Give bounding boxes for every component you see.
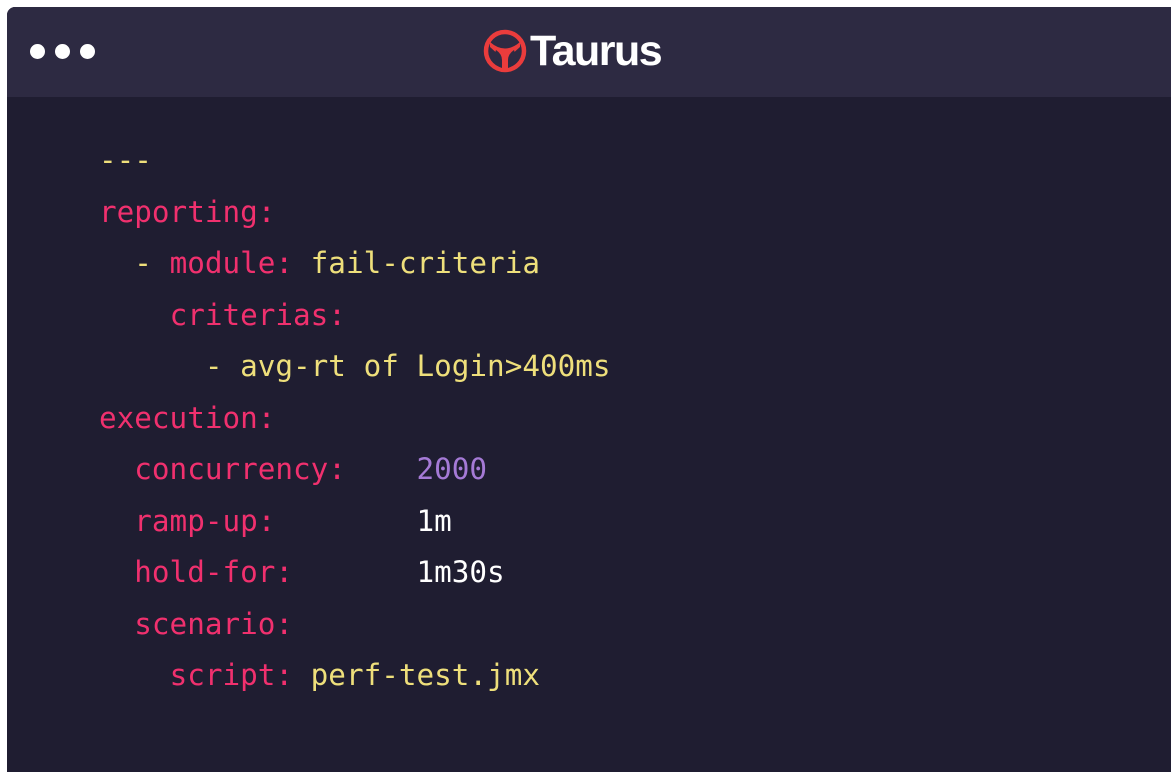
yaml-key-module: module: — [169, 246, 294, 280]
yaml-key-scenario: scenario: — [134, 606, 294, 641]
code-line-11: script: perf-test.jmx — [99, 650, 611, 702]
window-dot-minimize[interactable] — [55, 44, 70, 59]
yaml-value-ramp-up: 1m — [416, 503, 452, 538]
yaml-criteria-item: - avg-rt of Login>400ms — [204, 349, 611, 383]
taurus-bull-logo-icon — [483, 29, 527, 73]
code-line-8: ramp-up: 1m — [99, 496, 611, 548]
yaml-key-hold-for: hold-for: — [134, 555, 294, 589]
yaml-list-dash: - — [134, 246, 170, 280]
yaml-key-ramp-up: ramp-up: — [134, 503, 276, 538]
code-line-5: - avg-rt of Login>400ms — [99, 341, 611, 393]
yaml-key-script: script: — [169, 658, 294, 692]
taurus-logo: Taurus — [483, 23, 663, 79]
yaml-key-criterias: criterias: — [169, 297, 346, 332]
yaml-key-reporting: reporting: — [99, 194, 276, 229]
code-line-10: scenario: — [99, 599, 611, 651]
code-line-1: --- — [99, 135, 611, 187]
code-line-3: - module: fail-criteria — [99, 238, 611, 290]
yaml-value-script: perf-test.jmx — [310, 658, 540, 692]
yaml-code-block: --- reporting: - module: fail-criteria c… — [99, 135, 611, 702]
yaml-key-execution: execution: — [99, 400, 276, 435]
window-controls — [30, 44, 95, 59]
yaml-key-concurrency: concurrency: — [134, 452, 346, 486]
code-window: Taurus --- reporting: - module: fail-cri… — [7, 7, 1171, 772]
yaml-value-hold-for: 1m30s — [416, 555, 505, 589]
window-dot-maximize[interactable] — [80, 44, 95, 59]
window-dot-close[interactable] — [30, 44, 45, 59]
yaml-value-concurrency: 2000 — [416, 452, 488, 486]
yaml-value-module: fail-criteria — [310, 246, 540, 280]
yaml-separator: --- — [99, 143, 152, 177]
code-line-9: hold-for: 1m30s — [99, 547, 611, 599]
code-line-7: concurrency: 2000 — [99, 444, 611, 496]
code-line-6: execution: — [99, 393, 611, 445]
window-titlebar: Taurus — [7, 7, 1171, 97]
code-line-4: criterias: — [99, 290, 611, 342]
brand-name: Taurus — [530, 26, 663, 75]
code-line-2: reporting: — [99, 187, 611, 239]
